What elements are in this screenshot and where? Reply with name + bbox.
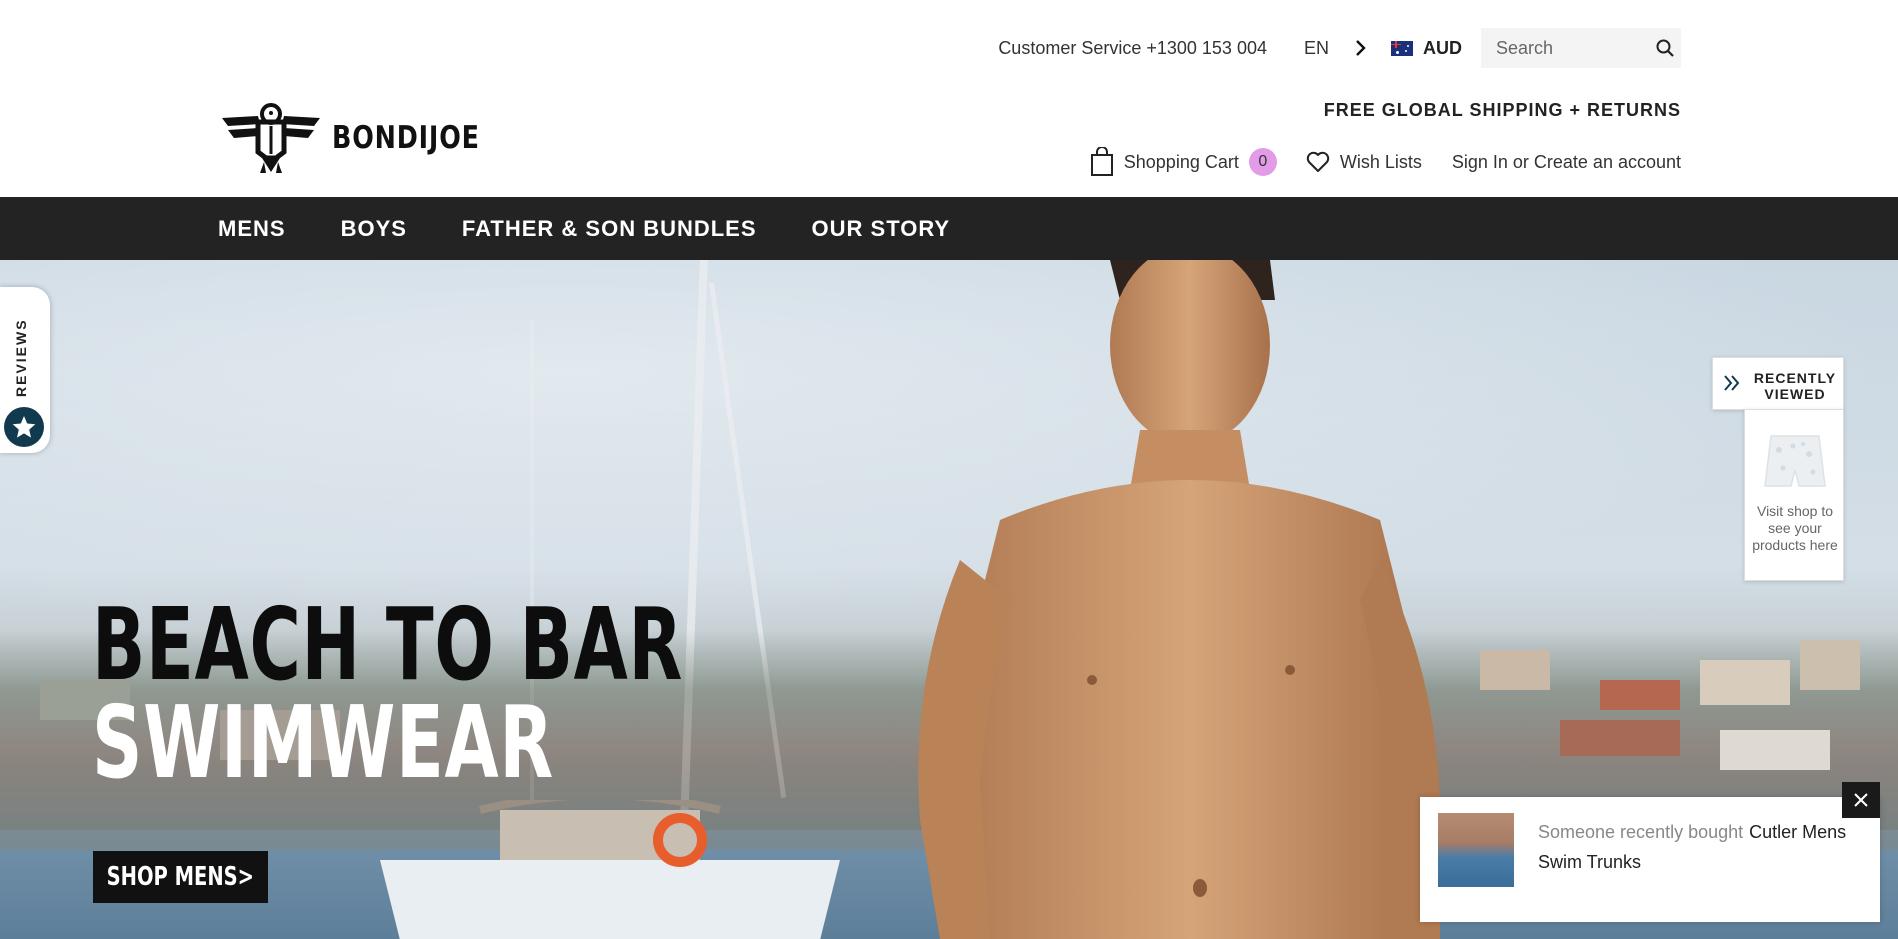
nav-item-boys[interactable]: BOYS [341,216,407,242]
wish-lists-link[interactable]: Wish Lists [1340,152,1422,173]
main-navigation: MENS BOYS FATHER & SON BUNDLES OUR STORY [0,197,1898,260]
popup-message: Someone recently bought Cutler Mens Swim … [1538,817,1868,877]
site-header: Customer Service +1300 153 004 EN AUD Se… [0,0,1898,197]
double-chevron-right-icon[interactable] [1719,370,1745,396]
nav-item-father-son-bundles[interactable]: FATHER & SON BUNDLES [462,216,757,242]
recently-viewed-title: RECENTLY VIEWED [1753,370,1837,402]
product-thumbnail[interactable] [1438,813,1514,887]
shopping-cart-link[interactable]: Shopping Cart [1124,152,1239,173]
language-selector[interactable]: EN [1304,38,1329,59]
site-logo[interactable]: BONDIJOE [220,102,512,174]
background-building [1700,660,1790,705]
shop-mens-button[interactable]: SHOP MENS> [93,851,268,903]
customer-service-text: Customer Service +1300 153 004 [998,37,1267,58]
popup-prefix: Someone recently bought [1538,822,1744,842]
close-icon[interactable] [1842,782,1880,818]
search-box[interactable] [1481,28,1681,68]
shopping-bag-icon[interactable] [1090,146,1114,177]
sign-in-link[interactable]: Sign In or Create an account [1452,152,1681,173]
chevron-right-icon[interactable] [1349,37,1371,59]
currency-selector[interactable]: AUD [1423,38,1462,59]
sailboat-illustration [380,800,840,939]
search-icon[interactable] [1655,38,1675,58]
free-shipping-banner: FREE GLOBAL SHIPPING + RETURNS [1323,100,1681,120]
recently-viewed-empty-text: Visit shop to see your products here [1752,503,1838,553]
heart-icon[interactable] [1306,151,1330,173]
top-utility-bar: Customer Service +1300 153 004 EN AUD [998,28,1681,68]
logo-text: BONDIJOE [332,120,480,156]
cart-count-badge[interactable]: 0 [1248,148,1277,176]
background-building [1600,680,1680,710]
hero-headline-line-2: SWIMWEAR [92,684,555,801]
background-building [1560,720,1680,756]
hero-headline: BEACH TO BAR SWIMWEAR [92,586,936,801]
recent-purchase-popup[interactable]: Someone recently bought Cutler Mens Swim … [1420,797,1880,922]
shop-mens-button-label: SHOP MENS> [106,862,255,892]
reviews-side-tab[interactable]: REVIEWS [0,287,50,453]
bird-logo-icon [222,103,320,173]
search-input[interactable] [1496,37,1641,59]
account-bar: Shopping Cart 0 Wish Lists Sign In or Cr… [1090,144,1681,180]
background-building [1720,730,1830,770]
reviews-label: REVIEWS [13,318,29,397]
star-icon [4,407,44,447]
recently-viewed-header[interactable]: RECENTLY VIEWED [1712,357,1844,410]
model-photo [918,260,1440,939]
recently-viewed-panel: Visit shop to see your products here [1744,409,1844,581]
hero-headline-line-1: BEACH TO BAR [92,586,684,703]
background-building [1800,640,1860,690]
nav-item-our-story[interactable]: OUR STORY [812,216,951,242]
placeholder-product-icon [1764,435,1826,487]
australia-flag-icon[interactable] [1391,40,1413,56]
nav-item-mens[interactable]: MENS [218,216,286,242]
